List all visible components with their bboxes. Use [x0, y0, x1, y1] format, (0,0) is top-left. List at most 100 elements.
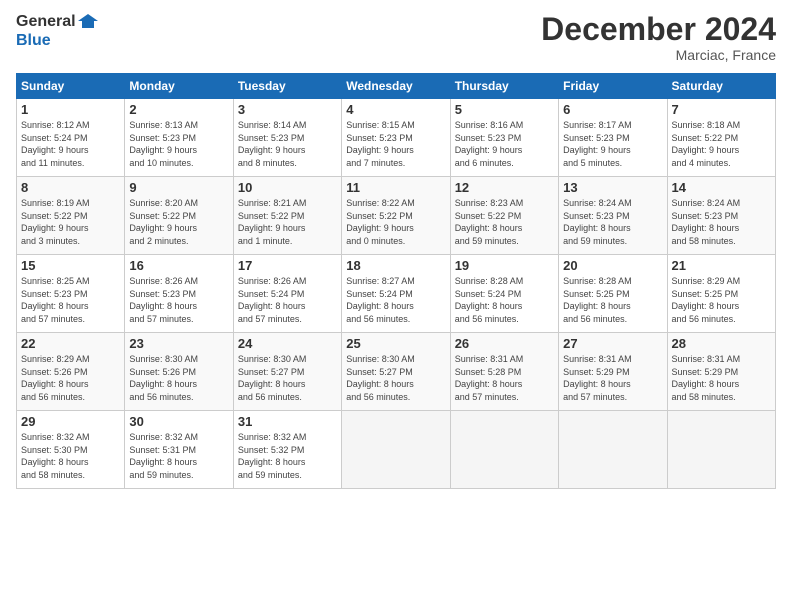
day-number: 16 — [129, 258, 228, 273]
day-info: Sunrise: 8:17 AM Sunset: 5:23 PM Dayligh… — [563, 119, 662, 169]
day-number: 15 — [21, 258, 120, 273]
day-number: 14 — [672, 180, 771, 195]
day-info: Sunrise: 8:20 AM Sunset: 5:22 PM Dayligh… — [129, 197, 228, 247]
col-header-friday: Friday — [559, 74, 667, 99]
calendar-cell: 29 Sunrise: 8:32 AM Sunset: 5:30 PM Dayli… — [17, 411, 125, 489]
calendar-cell: 30Sunrise: 8:32 AM Sunset: 5:31 PM Dayli… — [125, 411, 233, 489]
day-number: 25 — [346, 336, 445, 351]
location: Marciac, France — [541, 47, 776, 63]
col-header-saturday: Saturday — [667, 74, 775, 99]
day-number: 18 — [346, 258, 445, 273]
calendar-cell: 3Sunrise: 8:14 AM Sunset: 5:23 PM Daylig… — [233, 99, 341, 177]
calendar-cell: 13 Sunrise: 8:24 AM Sunset: 5:23 PM Dayli… — [559, 177, 667, 255]
week-row-1: 1Sunrise: 8:12 AM Sunset: 5:24 PM Daylig… — [17, 99, 776, 177]
calendar-cell: 25Sunrise: 8:30 AM Sunset: 5:27 PM Dayli… — [342, 333, 450, 411]
calendar-cell: 7 Sunrise: 8:18 AM Sunset: 5:22 PM Daylig… — [667, 99, 775, 177]
week-row-4: 22Sunrise: 8:29 AM Sunset: 5:26 PM Dayli… — [17, 333, 776, 411]
calendar-cell: 22Sunrise: 8:29 AM Sunset: 5:26 PM Dayli… — [17, 333, 125, 411]
calendar-cell: 15Sunrise: 8:25 AM Sunset: 5:23 PM Dayli… — [17, 255, 125, 333]
col-header-thursday: Thursday — [450, 74, 558, 99]
day-info: Sunrise: 8:32 AM Sunset: 5:30 PM Dayligh… — [21, 431, 120, 481]
day-number: 3 — [238, 102, 337, 117]
month-title: December 2024 — [541, 12, 776, 47]
day-info: Sunrise: 8:31 AM Sunset: 5:29 PM Dayligh… — [672, 353, 771, 403]
day-info: Sunrise: 8:31 AM Sunset: 5:29 PM Dayligh… — [563, 353, 662, 403]
calendar-cell: 28 Sunrise: 8:31 AM Sunset: 5:29 PM Dayli… — [667, 333, 775, 411]
day-number: 12 — [455, 180, 554, 195]
logo-general: General — [16, 13, 76, 31]
header-row: SundayMondayTuesdayWednesdayThursdayFrid… — [17, 74, 776, 99]
day-info: Sunrise: 8:26 AM Sunset: 5:24 PM Dayligh… — [238, 275, 337, 325]
calendar-cell: 24 Sunrise: 8:30 AM Sunset: 5:27 PM Dayli… — [233, 333, 341, 411]
day-number: 27 — [563, 336, 662, 351]
calendar-cell: 16 Sunrise: 8:26 AM Sunset: 5:23 PM Dayli… — [125, 255, 233, 333]
day-info: Sunrise: 8:32 AM Sunset: 5:31 PM Dayligh… — [129, 431, 228, 481]
calendar-cell: 11 Sunrise: 8:22 AM Sunset: 5:22 PM Dayli… — [342, 177, 450, 255]
day-number: 11 — [346, 180, 445, 195]
day-number: 19 — [455, 258, 554, 273]
calendar-cell: 27 Sunrise: 8:31 AM Sunset: 5:29 PM Dayli… — [559, 333, 667, 411]
day-info: Sunrise: 8:21 AM Sunset: 5:22 PM Dayligh… — [238, 197, 337, 247]
day-number: 9 — [129, 180, 228, 195]
calendar-cell: 12Sunrise: 8:23 AM Sunset: 5:22 PM Dayli… — [450, 177, 558, 255]
calendar-cell: 26Sunrise: 8:31 AM Sunset: 5:28 PM Dayli… — [450, 333, 558, 411]
day-info: Sunrise: 8:24 AM Sunset: 5:23 PM Dayligh… — [563, 197, 662, 247]
day-number: 20 — [563, 258, 662, 273]
day-number: 6 — [563, 102, 662, 117]
calendar-cell: 21Sunrise: 8:29 AM Sunset: 5:25 PM Dayli… — [667, 255, 775, 333]
day-number: 2 — [129, 102, 228, 117]
day-number: 24 — [238, 336, 337, 351]
day-number: 23 — [129, 336, 228, 351]
day-info: Sunrise: 8:18 AM Sunset: 5:22 PM Dayligh… — [672, 119, 771, 169]
day-number: 7 — [672, 102, 771, 117]
day-info: Sunrise: 8:30 AM Sunset: 5:26 PM Dayligh… — [129, 353, 228, 403]
header: General Blue December 2024 Marciac, Fran… — [16, 12, 776, 63]
calendar-cell: 20 Sunrise: 8:28 AM Sunset: 5:25 PM Dayli… — [559, 255, 667, 333]
calendar-cell: 5Sunrise: 8:16 AM Sunset: 5:23 PM Daylig… — [450, 99, 558, 177]
day-info: Sunrise: 8:32 AM Sunset: 5:32 PM Dayligh… — [238, 431, 337, 481]
calendar-cell: 1Sunrise: 8:12 AM Sunset: 5:24 PM Daylig… — [17, 99, 125, 177]
col-header-monday: Monday — [125, 74, 233, 99]
calendar-cell — [559, 411, 667, 489]
day-number: 29 — [21, 414, 120, 429]
day-number: 1 — [21, 102, 120, 117]
calendar-cell: 23 Sunrise: 8:30 AM Sunset: 5:26 PM Dayli… — [125, 333, 233, 411]
day-number: 5 — [455, 102, 554, 117]
day-info: Sunrise: 8:28 AM Sunset: 5:24 PM Dayligh… — [455, 275, 554, 325]
day-number: 8 — [21, 180, 120, 195]
calendar-cell: 19 Sunrise: 8:28 AM Sunset: 5:24 PM Dayli… — [450, 255, 558, 333]
day-info: Sunrise: 8:29 AM Sunset: 5:26 PM Dayligh… — [21, 353, 120, 403]
day-number: 28 — [672, 336, 771, 351]
calendar-cell — [342, 411, 450, 489]
day-number: 31 — [238, 414, 337, 429]
page-container: General Blue December 2024 Marciac, Fran… — [0, 0, 792, 497]
calendar-cell: 8 Sunrise: 8:19 AM Sunset: 5:22 PM Daylig… — [17, 177, 125, 255]
day-number: 10 — [238, 180, 337, 195]
week-row-5: 29 Sunrise: 8:32 AM Sunset: 5:30 PM Dayli… — [17, 411, 776, 489]
day-info: Sunrise: 8:19 AM Sunset: 5:22 PM Dayligh… — [21, 197, 120, 247]
calendar-table: SundayMondayTuesdayWednesdayThursdayFrid… — [16, 73, 776, 489]
calendar-cell: 2Sunrise: 8:13 AM Sunset: 5:23 PM Daylig… — [125, 99, 233, 177]
day-number: 26 — [455, 336, 554, 351]
week-row-2: 8 Sunrise: 8:19 AM Sunset: 5:22 PM Daylig… — [17, 177, 776, 255]
day-number: 13 — [563, 180, 662, 195]
day-number: 4 — [346, 102, 445, 117]
calendar-cell: 6 Sunrise: 8:17 AM Sunset: 5:23 PM Daylig… — [559, 99, 667, 177]
col-header-wednesday: Wednesday — [342, 74, 450, 99]
day-info: Sunrise: 8:30 AM Sunset: 5:27 PM Dayligh… — [238, 353, 337, 403]
title-area: December 2024 Marciac, France — [541, 12, 776, 63]
day-info: Sunrise: 8:22 AM Sunset: 5:22 PM Dayligh… — [346, 197, 445, 247]
col-header-sunday: Sunday — [17, 74, 125, 99]
calendar-cell: 9 Sunrise: 8:20 AM Sunset: 5:22 PM Daylig… — [125, 177, 233, 255]
logo: General Blue — [16, 12, 98, 50]
calendar-cell — [667, 411, 775, 489]
day-info: Sunrise: 8:26 AM Sunset: 5:23 PM Dayligh… — [129, 275, 228, 325]
calendar-cell: 4Sunrise: 8:15 AM Sunset: 5:23 PM Daylig… — [342, 99, 450, 177]
day-info: Sunrise: 8:28 AM Sunset: 5:25 PM Dayligh… — [563, 275, 662, 325]
day-info: Sunrise: 8:24 AM Sunset: 5:23 PM Dayligh… — [672, 197, 771, 247]
logo-blue: Blue — [16, 32, 51, 50]
calendar-cell: 14 Sunrise: 8:24 AM Sunset: 5:23 PM Dayli… — [667, 177, 775, 255]
calendar-cell: 31 Sunrise: 8:32 AM Sunset: 5:32 PM Dayli… — [233, 411, 341, 489]
week-row-3: 15Sunrise: 8:25 AM Sunset: 5:23 PM Dayli… — [17, 255, 776, 333]
day-info: Sunrise: 8:29 AM Sunset: 5:25 PM Dayligh… — [672, 275, 771, 325]
